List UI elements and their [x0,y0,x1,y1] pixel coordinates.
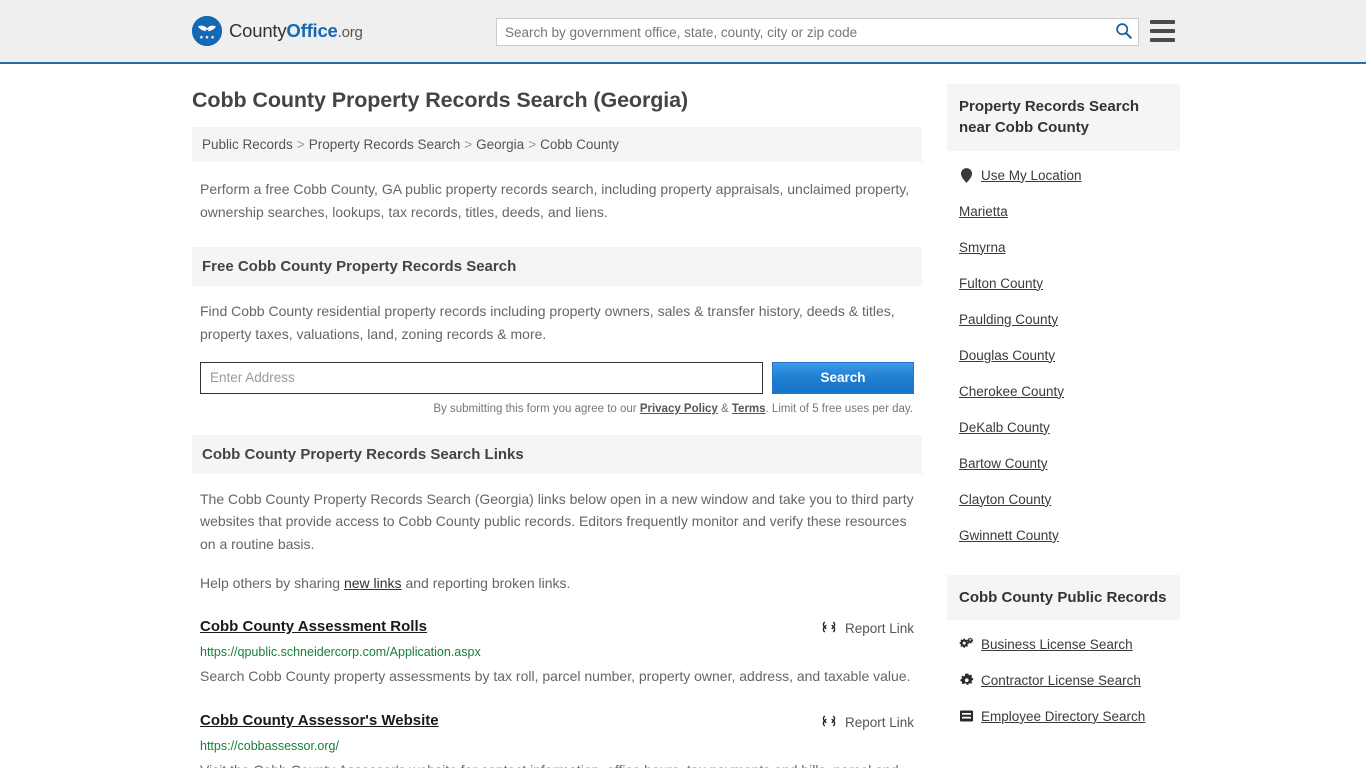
list-icon [959,710,974,722]
page-container: Cobb County Property Records Search (Geo… [0,64,1366,768]
terms-link[interactable]: Terms [732,403,766,415]
sidebar-item-marietta[interactable]: Marietta [959,193,1180,229]
sidebar-public-records-heading: Cobb County Public Records [947,574,1180,620]
sidebar-item-bartow-county[interactable]: Bartow County [959,445,1180,481]
sidebar-link-label[interactable]: Use My Location [981,168,1082,183]
sidebar-link-label[interactable]: Marietta [959,204,1008,219]
site-header: CountyOffice.org [0,0,1366,64]
hamburger-bar-3 [1150,38,1175,42]
hamburger-bar-1 [1150,20,1175,24]
page-intro-text: Perform a free Cobb County, GA public pr… [200,181,910,220]
sidebar-link-label[interactable]: Cherokee County [959,384,1064,399]
result-url: https://cobbassessor.org/ [200,739,339,754]
help-post: and reporting broken links. [401,574,571,591]
links-section-heading: Cobb County Property Records Search Link… [192,434,922,474]
search-submit-button[interactable] [1108,19,1138,45]
address-input[interactable] [200,361,763,394]
address-search-form: Search [200,361,914,394]
sidebar-link-label[interactable]: Business License Search [981,637,1133,652]
search-icon [1115,22,1132,42]
result-title-link[interactable]: Cobb County Assessor's Website [200,712,439,729]
result-description: Visit the Cobb County Assessor's website… [200,758,914,768]
sidebar-item-fulton-county[interactable]: Fulton County [959,265,1180,301]
result-description: Search Cobb County property assessments … [200,668,911,685]
sidebar-link-label[interactable]: Douglas County [959,348,1055,363]
sidebar-link-label[interactable]: Employee Directory Search [981,709,1145,724]
breadcrumb-item-public-records[interactable]: Public Records [202,137,293,152]
sidebar-link-label[interactable]: Bartow County [959,456,1048,471]
result-item: Cobb County Assessment Rolls Report Link… [192,618,922,688]
help-pre: Help others by sharing [200,574,344,591]
logo-text-office: Office [286,20,338,41]
sidebar-nearby-heading: Property Records Search near Cobb County [947,84,1180,151]
result-item: Cobb County Assessor's Website Report Li… [192,712,922,768]
report-link-label: Report Link [844,715,914,731]
sidebar-link-label[interactable]: Fulton County [959,276,1043,291]
page-title: Cobb County Property Records Search (Geo… [192,88,689,112]
sidebar-item-clayton-county[interactable]: Clayton County [959,481,1180,517]
address-search-button[interactable]: Search [772,361,914,394]
sidebar-item-employee-directory-search[interactable]: Employee Directory Search [959,698,1180,734]
gear-icon [959,673,974,687]
help-others-line: Help others by sharing new links and rep… [200,572,914,595]
result-title-link[interactable]: Cobb County Assessment Rolls [200,618,427,635]
report-link-button[interactable]: Report Link [821,618,914,638]
broken-link-icon [821,619,837,638]
sidebar-item-dekalb-county[interactable]: DeKalb County [959,409,1180,445]
sidebar-item-paulding-county[interactable]: Paulding County [959,301,1180,337]
sidebar-link-label[interactable]: Clayton County [959,492,1051,507]
sidebar-item-smyrna[interactable]: Smyrna [959,229,1180,265]
result-header: Cobb County Assessor's Website Report Li… [200,712,914,732]
breadcrumb-item-georgia[interactable]: Georgia [476,137,524,152]
site-logo-text: CountyOffice.org [229,20,363,42]
links-section-body: The Cobb County Property Records Search … [200,490,914,553]
breadcrumb-separator: > [296,137,305,152]
breadcrumb-item-property-records-search[interactable]: Property Records Search [309,137,461,152]
sidebar-item-contractor-license-search[interactable]: Contractor License Search [959,662,1180,698]
form-disclaimer: By submitting this form you agree to our… [200,403,914,415]
disclaimer-pre: By submitting this form you agree to our [433,402,640,415]
sidebar-item-gwinnett-county[interactable]: Gwinnett County [959,517,1180,553]
breadcrumb-separator: > [528,137,537,152]
result-header: Cobb County Assessment Rolls Report Link [200,618,914,638]
sidebar-link-label[interactable]: Paulding County [959,312,1058,327]
free-search-body: Find Cobb County residential property re… [200,303,895,343]
cogs-icon [959,637,974,651]
global-search-bar[interactable] [496,18,1139,46]
report-link-button[interactable]: Report Link [821,712,914,732]
breadcrumb: Public Records > Property Records Search > G… [192,127,922,162]
sidebar: Property Records Search near Cobb County… [947,64,1180,768]
links-section-panel: The Cobb County Property Records Search … [192,474,922,595]
logo-text-county: County [229,20,287,41]
free-search-panel: Find Cobb County residential property re… [192,286,922,415]
result-url: https://qpublic.schneidercorp.com/Applic… [200,645,481,660]
report-link-label: Report Link [844,621,914,637]
sidebar-public-records-list: Business License Search Contractor Licen… [947,620,1180,734]
sidebar-link-label[interactable]: Smyrna [959,240,1006,255]
map-pin-icon [959,167,974,183]
site-logo[interactable]: CountyOffice.org [192,16,363,46]
sidebar-link-label[interactable]: Contractor License Search [981,673,1141,688]
sidebar-link-label[interactable]: DeKalb County [959,420,1050,435]
eagle-shield-icon [192,16,222,46]
broken-link-icon [821,713,837,732]
sidebar-item-business-license-search[interactable]: Business License Search [959,626,1180,662]
logo-text-tld: .org [337,24,363,41]
hamburger-menu-icon[interactable] [1150,20,1175,42]
breadcrumb-item-cobb-county[interactable]: Cobb County [540,137,619,152]
breadcrumb-separator: > [464,137,473,152]
free-search-heading: Free Cobb County Property Records Search [192,247,922,287]
sidebar-item-use-my-location[interactable]: Use My Location [959,157,1180,193]
privacy-policy-link[interactable]: Privacy Policy [640,403,718,415]
new-links-link[interactable]: new links [344,575,402,591]
disclaimer-post: . Limit of 5 free uses per day. [765,402,913,415]
main-content: Cobb County Property Records Search (Geo… [192,64,922,768]
search-input[interactable] [497,19,1108,45]
disclaimer-amp: & [717,402,732,415]
sidebar-nearby-list: Use My Location Marietta Smyrna Fulton C… [947,151,1180,553]
sidebar-item-cherokee-county[interactable]: Cherokee County [959,373,1180,409]
hamburger-bar-2 [1150,29,1175,33]
sidebar-item-douglas-county[interactable]: Douglas County [959,337,1180,373]
sidebar-link-label[interactable]: Gwinnett County [959,528,1059,543]
